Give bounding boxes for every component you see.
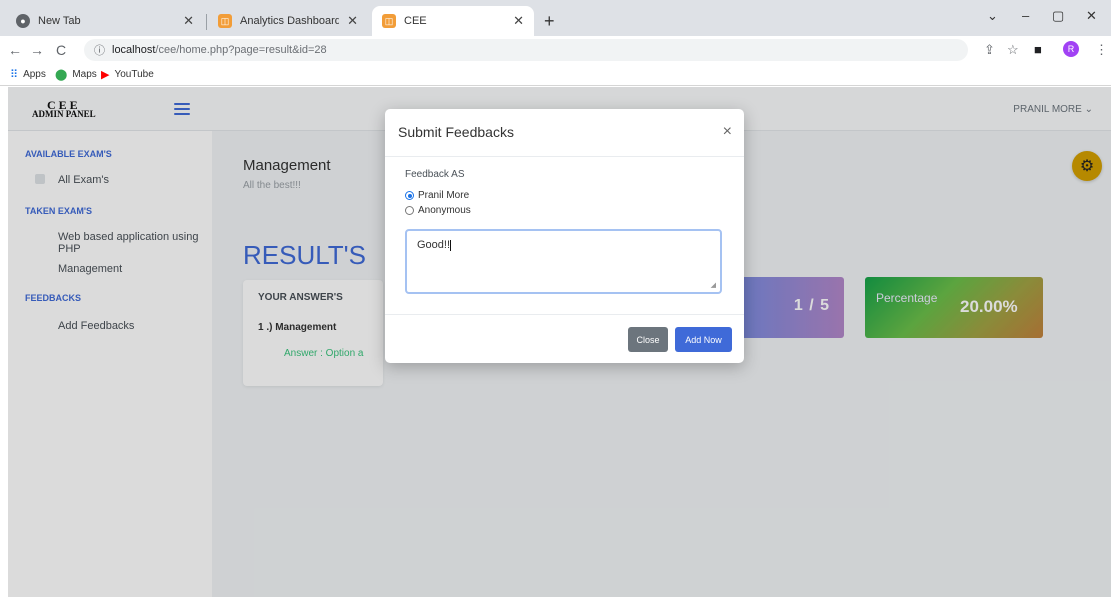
forward-icon[interactable]: → bbox=[30, 42, 44, 58]
add-now-button[interactable]: Add Now bbox=[675, 327, 732, 352]
bookmark-label: Apps bbox=[23, 69, 46, 80]
modal-footer: Close Add Now bbox=[385, 314, 744, 363]
bookmark-apps[interactable]: ⠿ Apps bbox=[10, 68, 46, 81]
textarea-value: Good!! bbox=[417, 239, 451, 251]
bookmark-star-icon[interactable]: ☆ bbox=[1007, 42, 1019, 58]
radio-label: Anonymous bbox=[418, 205, 471, 216]
minimize-icon[interactable]: – bbox=[1022, 8, 1029, 23]
tab-title: New Tab bbox=[38, 15, 81, 27]
browser-tab-bar: ● New Tab ✕ ◫ Analytics Dashboard - This… bbox=[0, 0, 1111, 36]
radio-button-selected[interactable] bbox=[405, 191, 414, 200]
tab-title: CEE bbox=[404, 15, 427, 27]
url-input[interactable]: ⓘ localhost /cee/home.php?page=result&id… bbox=[84, 39, 968, 61]
bookmark-label: Maps bbox=[72, 69, 97, 80]
new-tab-button[interactable]: + bbox=[544, 11, 555, 32]
radio-label: Pranil More bbox=[418, 190, 470, 201]
radio-anonymous[interactable]: Anonymous bbox=[405, 205, 471, 216]
close-tab-icon[interactable]: ✕ bbox=[513, 13, 524, 29]
cee-site-icon: ◫ bbox=[382, 14, 396, 28]
maximize-icon[interactable]: ▢ bbox=[1052, 8, 1064, 24]
close-tab-icon[interactable]: ✕ bbox=[183, 13, 194, 29]
apps-grid-icon: ⠿ bbox=[10, 69, 19, 81]
chrome-icon: ● bbox=[16, 14, 30, 28]
app-container: CEE ADMIN PANEL PRANIL MORE ⌄ AVAILABLE … bbox=[8, 87, 1111, 597]
close-window-icon[interactable]: ✕ bbox=[1086, 8, 1097, 24]
feedback-modal: Submit Feedbacks × Feedback AS Pranil Mo… bbox=[385, 109, 744, 363]
radio-pranil-more[interactable]: Pranil More bbox=[405, 190, 469, 201]
dashboard-icon: ◫ bbox=[218, 14, 232, 28]
maps-pin-icon: ⬤ bbox=[55, 69, 68, 81]
tab-analytics-dashboard[interactable]: ◫ Analytics Dashboard - This is an · ✕ bbox=[208, 6, 368, 36]
tab-title: Analytics Dashboard - This is an · bbox=[240, 15, 340, 27]
reload-icon[interactable]: C bbox=[56, 42, 66, 58]
site-info-icon[interactable]: ⓘ bbox=[94, 42, 105, 58]
resize-handle-icon[interactable]: ◢ bbox=[711, 281, 716, 289]
tab-separator bbox=[206, 14, 207, 30]
modal-title: Submit Feedbacks bbox=[398, 124, 514, 140]
bookmark-youtube[interactable]: ▶ YouTube bbox=[101, 68, 154, 81]
bookmarks-bar: ⠿ Apps ⬤ Maps ▶ YouTube bbox=[0, 64, 1111, 86]
modal-header: Submit Feedbacks × bbox=[385, 109, 744, 157]
close-button[interactable]: Close bbox=[628, 327, 668, 352]
share-icon[interactable]: ⇪ bbox=[984, 42, 995, 58]
url-path: /cee/home.php?page=result&id=28 bbox=[155, 44, 327, 56]
youtube-icon: ▶ bbox=[101, 69, 110, 81]
radio-button[interactable] bbox=[405, 206, 414, 215]
tab-new-tab[interactable]: ● New Tab ✕ bbox=[6, 6, 204, 36]
url-host: localhost bbox=[112, 44, 156, 56]
bookmark-label: YouTube bbox=[114, 69, 154, 80]
back-icon[interactable]: ← bbox=[8, 42, 22, 58]
side-panel-icon[interactable]: ■ bbox=[1034, 42, 1042, 57]
feedback-textarea[interactable]: Good!! ◢ bbox=[405, 229, 722, 294]
feedback-as-label: Feedback AS bbox=[405, 169, 465, 180]
tab-search-icon[interactable]: ⌄ bbox=[987, 8, 998, 24]
tab-cee[interactable]: ◫ CEE ✕ bbox=[372, 6, 534, 36]
text-caret bbox=[450, 239, 452, 251]
address-bar-row: ← → C ⓘ localhost /cee/home.php?page=res… bbox=[0, 36, 1111, 64]
close-icon[interactable]: × bbox=[723, 123, 732, 141]
bookmark-maps[interactable]: ⬤ Maps bbox=[55, 68, 97, 81]
close-tab-icon[interactable]: ✕ bbox=[347, 13, 358, 29]
profile-avatar[interactable]: R bbox=[1063, 41, 1079, 57]
menu-dots-icon[interactable]: ⋮ bbox=[1095, 42, 1108, 58]
